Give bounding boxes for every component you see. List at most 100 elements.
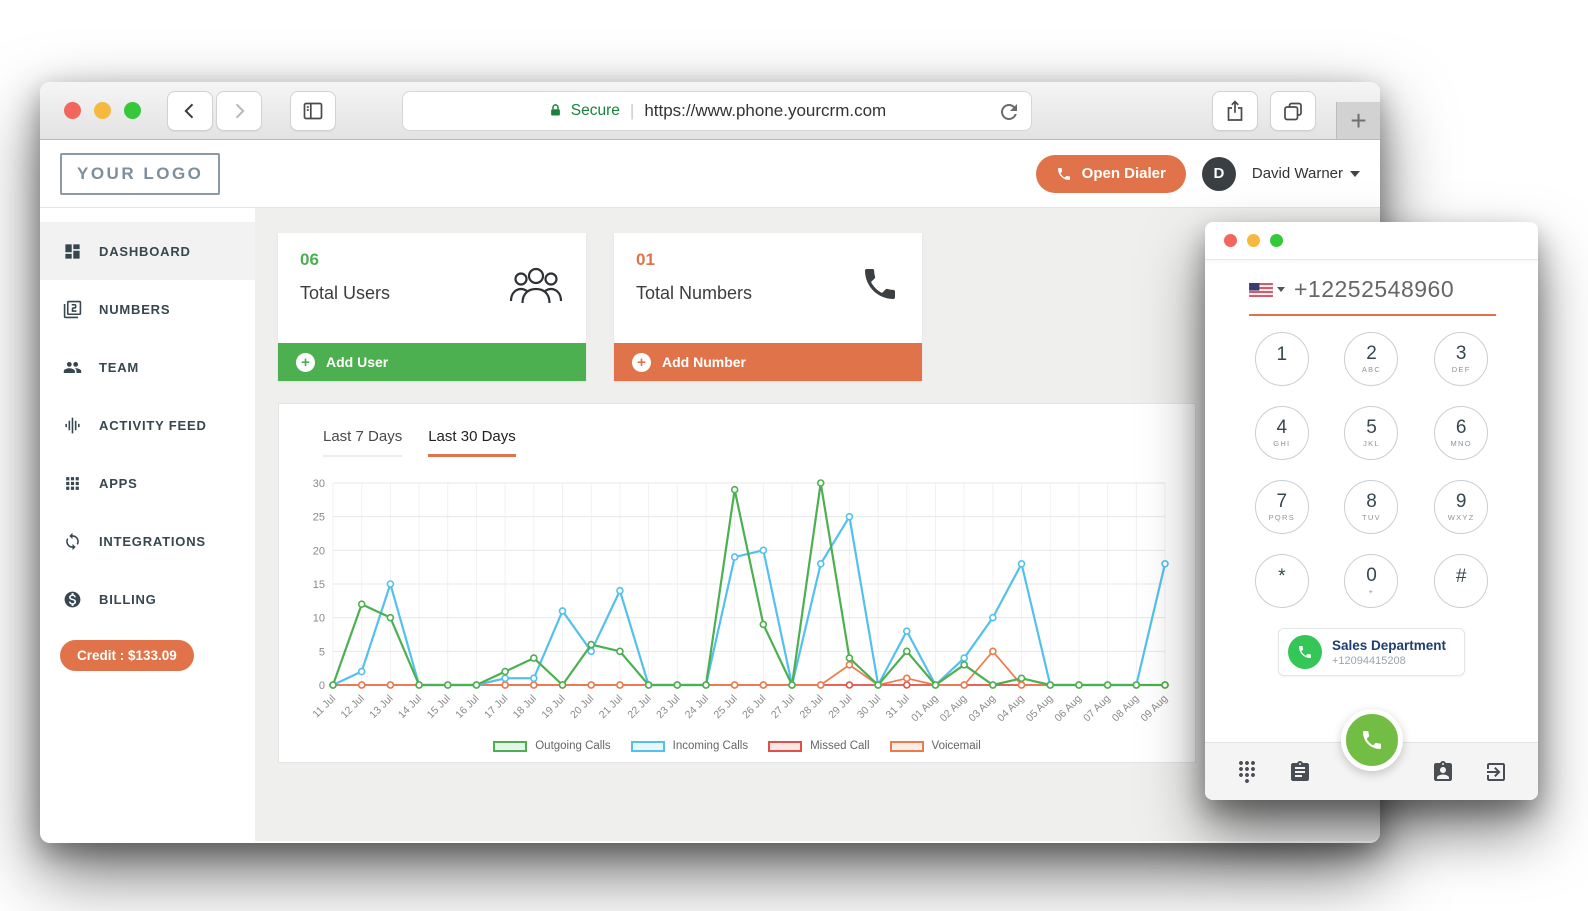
- legend-item-outgoing-calls: Outgoing Calls: [493, 740, 610, 752]
- svg-text:22 Jul: 22 Jul: [625, 693, 653, 721]
- key-letters: GHI: [1273, 439, 1290, 448]
- chevron-down-icon: [1277, 287, 1285, 292]
- key-2[interactable]: 2ABC: [1344, 332, 1398, 386]
- key-9[interactable]: 9WXYZ: [1434, 480, 1488, 534]
- back-button[interactable]: [167, 91, 213, 131]
- sidebar-item-team[interactable]: TEAM: [40, 338, 255, 396]
- svg-text:29 Jul: 29 Jul: [826, 693, 854, 721]
- new-tab-button[interactable]: +: [1336, 102, 1380, 139]
- calls-chart-card: Last 7 DaysLast 30 Days 05101520253011 J…: [278, 403, 1196, 763]
- sidebar-item-activity-feed[interactable]: ACTIVITY FEED: [40, 396, 255, 454]
- key-digit: 2: [1366, 344, 1377, 363]
- integrations-icon: [63, 532, 82, 551]
- tab-last-7-days[interactable]: Last 7 Days: [323, 428, 402, 457]
- dialer-minimize-button[interactable]: [1247, 234, 1260, 247]
- stat-value: 01: [636, 250, 752, 270]
- key-hash[interactable]: #: [1434, 554, 1488, 608]
- legend-swatch: [493, 741, 527, 752]
- contact-number: +12094415208: [1332, 655, 1446, 667]
- sidebar-toggle-button[interactable]: [290, 91, 336, 131]
- address-bar[interactable]: Secure | https://www.phone.yourcrm.com: [402, 91, 1032, 131]
- add-user-button[interactable]: + Add User: [278, 343, 586, 381]
- sidebar-item-dashboard[interactable]: DASHBOARD: [40, 222, 255, 280]
- sidebar-item-apps[interactable]: APPS: [40, 454, 255, 512]
- dialer-titlebar: [1205, 222, 1538, 260]
- key-1[interactable]: 1: [1255, 332, 1309, 386]
- add-number-button[interactable]: + Add Number: [614, 343, 922, 381]
- call-button[interactable]: [1341, 709, 1403, 771]
- key-letters: TUV: [1362, 513, 1381, 522]
- svg-text:15: 15: [313, 579, 325, 591]
- key-4[interactable]: 4GHI: [1255, 406, 1309, 460]
- contact-suggestion[interactable]: Sales Department +12094415208: [1278, 628, 1465, 676]
- key-0[interactable]: 0+: [1344, 554, 1398, 608]
- contacts-icon[interactable]: [1431, 760, 1455, 784]
- tabs-overview-button[interactable]: [1270, 91, 1316, 131]
- minimize-window-button[interactable]: [94, 102, 111, 119]
- legend-swatch: [890, 741, 924, 752]
- key-3[interactable]: 3DEF: [1434, 332, 1488, 386]
- svg-text:31 Jul: 31 Jul: [884, 693, 912, 721]
- key-letters: WXYZ: [1448, 513, 1475, 522]
- legend-item-voicemail: Voicemail: [890, 740, 981, 752]
- stat-label: Total Users: [300, 283, 390, 304]
- svg-text:17 Jul: 17 Jul: [482, 693, 510, 721]
- stat-value: 06: [300, 250, 390, 270]
- avatar[interactable]: D: [1202, 157, 1236, 191]
- svg-text:24 Jul: 24 Jul: [683, 693, 711, 721]
- activity-feed-icon: [63, 416, 82, 435]
- sidebar-item-billing[interactable]: BILLING: [40, 570, 255, 628]
- plus-circle-icon: +: [632, 353, 651, 372]
- svg-text:08 Aug: 08 Aug: [1110, 693, 1142, 725]
- key-6[interactable]: 6MNO: [1434, 406, 1488, 460]
- dialpad-icon[interactable]: [1235, 760, 1259, 784]
- reload-icon[interactable]: [997, 100, 1021, 124]
- phone-icon: [1056, 166, 1072, 182]
- dialer-zoom-button[interactable]: [1270, 234, 1283, 247]
- country-selector[interactable]: [1249, 283, 1285, 297]
- open-dialer-label: Open Dialer: [1082, 165, 1166, 182]
- key-8[interactable]: 8TUV: [1344, 480, 1398, 534]
- users-group-icon: [508, 264, 564, 306]
- key-digit: *: [1278, 567, 1285, 586]
- forward-button[interactable]: [216, 91, 262, 131]
- sidebar-item-label: TEAM: [99, 360, 139, 375]
- zoom-window-button[interactable]: [124, 102, 141, 119]
- key-letters: PQRS: [1269, 513, 1295, 522]
- legend-item-missed-call: Missed Call: [768, 740, 869, 752]
- svg-text:01 Aug: 01 Aug: [909, 693, 941, 725]
- open-dialer-button[interactable]: Open Dialer: [1036, 155, 1186, 193]
- svg-text:0: 0: [319, 680, 325, 692]
- svg-text:16 Jul: 16 Jul: [453, 693, 481, 721]
- key-letters: DEF: [1452, 365, 1471, 374]
- team-icon: [63, 358, 82, 377]
- sidebar-item-numbers[interactable]: NUMBERS: [40, 280, 255, 338]
- key-digit: 5: [1366, 418, 1377, 437]
- key-star[interactable]: *: [1255, 554, 1309, 608]
- svg-text:30 Jul: 30 Jul: [855, 693, 883, 721]
- svg-text:25: 25: [313, 512, 325, 524]
- svg-text:19 Jul: 19 Jul: [539, 693, 567, 721]
- logout-icon[interactable]: [1484, 760, 1508, 784]
- browser-window: Secure | https://www.phone.yourcrm.com: [40, 82, 1380, 843]
- share-button[interactable]: [1212, 91, 1258, 131]
- sidebar-item-integrations[interactable]: INTEGRATIONS: [40, 512, 255, 570]
- user-menu[interactable]: David Warner: [1252, 165, 1360, 182]
- dialer-number-row: +12252548960: [1249, 276, 1496, 316]
- dialed-number-input[interactable]: +12252548960: [1294, 276, 1454, 303]
- key-digit: 6: [1456, 418, 1467, 437]
- phone-icon: [860, 264, 900, 304]
- key-5[interactable]: 5 JKL: [1344, 406, 1398, 460]
- svg-text:02 Aug: 02 Aug: [938, 693, 970, 725]
- key-7[interactable]: 7PQRS: [1255, 480, 1309, 534]
- call-log-icon[interactable]: [1288, 760, 1312, 784]
- key-letters: JKL: [1363, 439, 1380, 448]
- dialer-window: +12252548960 1 2ABC 3DEF 4GHI 5 JKL 6MNO 7PQRS 8…: [1205, 222, 1538, 800]
- svg-text:13 Jul: 13 Jul: [367, 693, 395, 721]
- svg-text:09 Aug: 09 Aug: [1139, 693, 1171, 725]
- svg-text:28 Jul: 28 Jul: [798, 693, 826, 721]
- close-window-button[interactable]: [64, 102, 81, 119]
- dialer-close-button[interactable]: [1224, 234, 1237, 247]
- legend-label: Outgoing Calls: [535, 740, 610, 752]
- tab-last-30-days[interactable]: Last 30 Days: [428, 428, 516, 457]
